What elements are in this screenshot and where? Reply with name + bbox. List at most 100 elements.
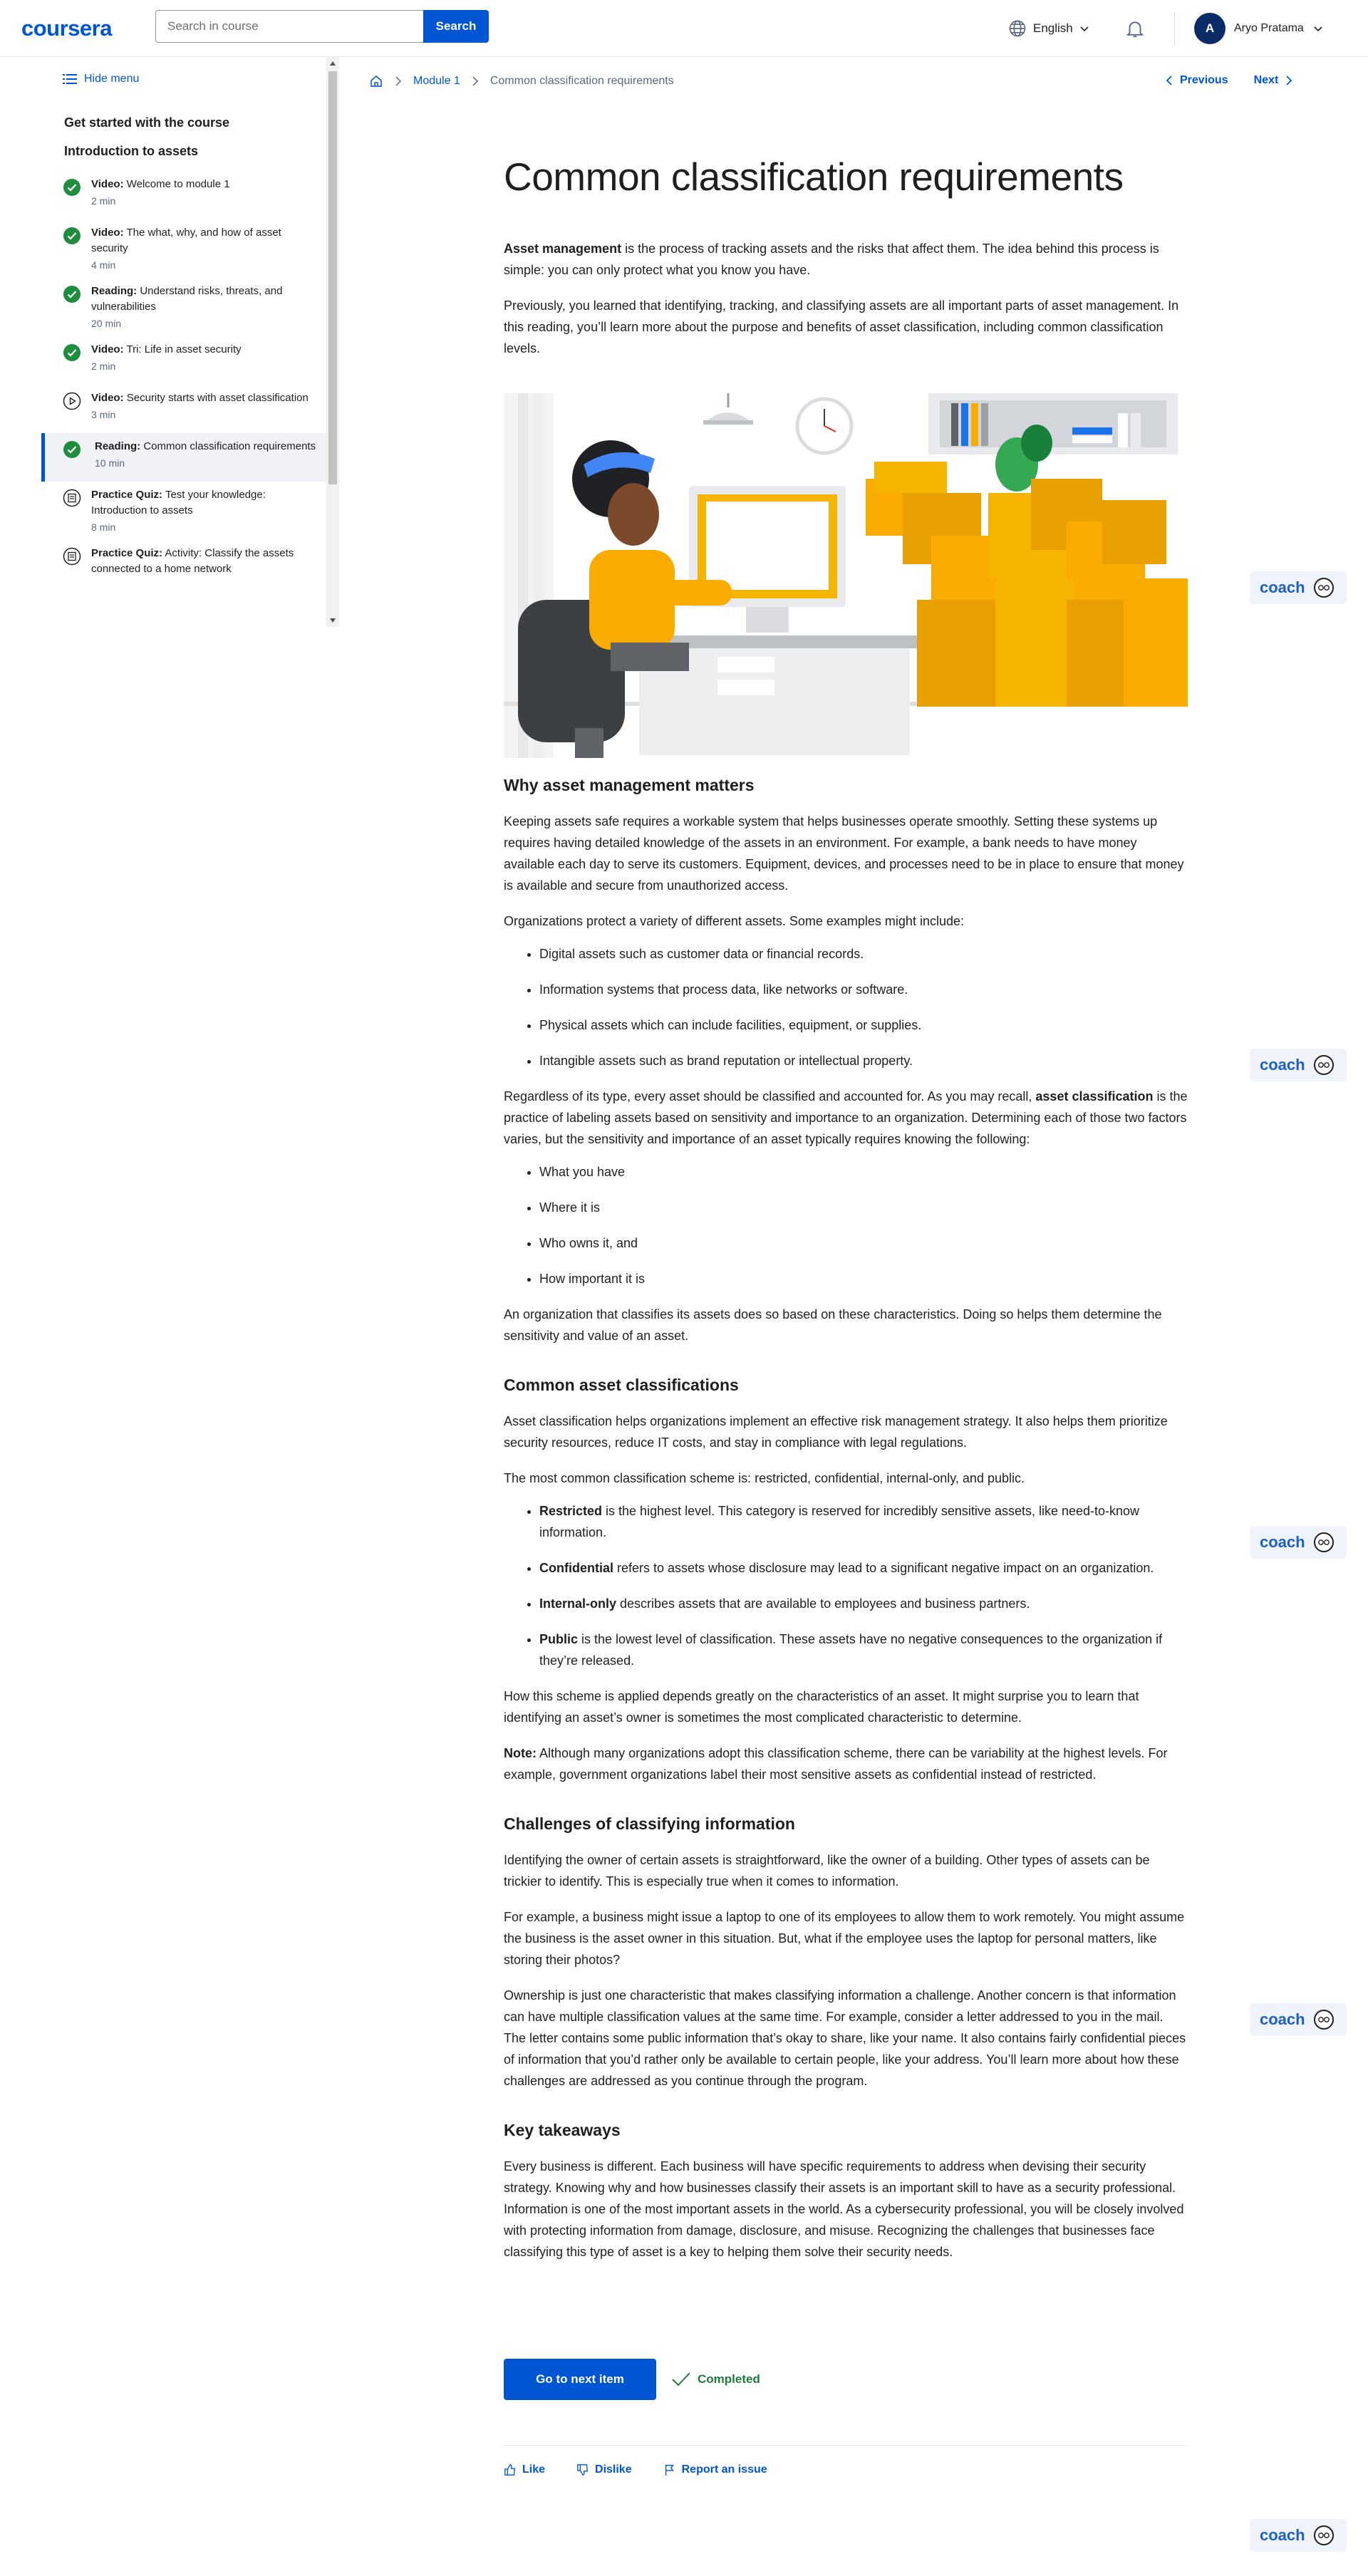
section-heading: Key takeaways [504,2121,621,2139]
search-button[interactable]: Search [423,10,489,43]
paragraph: The most common classification scheme is… [504,1471,1025,1485]
like-button[interactable]: Like [504,2463,545,2476]
coach-button[interactable]: coach [1250,1049,1347,1081]
scrollbar-thumb[interactable] [328,71,337,484]
lesson-item[interactable]: Video: Security starts with asset classi… [41,385,326,433]
search-input[interactable] [155,10,423,43]
coach-label: coach [1260,1533,1305,1551]
lesson-item[interactable]: Reading: Understand risks, threats, and … [41,278,326,336]
language-selector[interactable]: English [1007,17,1090,40]
go-to-next-item-button[interactable]: Go to next item [504,2359,656,2400]
previous-label: Previous [1180,74,1228,86]
paragraph: How this scheme is applied depends great… [504,1689,1139,1725]
completed-check-icon [63,344,81,361]
avatar: A [1194,13,1226,44]
dislike-button[interactable]: Dislike [576,2463,632,2476]
asset-examples-list: Digital assets such as customer data or … [504,943,1188,1071]
module-heading[interactable]: Get started with the course [64,115,229,130]
paragraph: Regardless of its type, every asset shou… [504,1089,1188,1146]
section-heading[interactable]: Introduction to assets [64,144,198,159]
intro-paragraph: Asset management is the process of track… [504,238,1188,281]
lesson-type: Video: [91,343,124,355]
quiz-icon [63,489,81,507]
completed-status: Completed [670,2371,760,2388]
paragraph: Every business is different. Each busine… [504,2159,1184,2259]
quiz-icon [63,547,81,566]
chevron-down-icon [1080,26,1089,32]
lesson-item[interactable]: Video: Welcome to module 1 2 min [41,171,326,219]
list-item: Physical assets which can include facili… [539,1014,1188,1036]
lesson-item[interactable]: Video: The what, why, and how of asset s… [41,219,326,278]
completed-check-icon [63,441,81,458]
lesson-item[interactable]: Video: Tri: Life in asset security 2 min [41,336,326,385]
lesson-type: Reading: [91,285,138,297]
completed-label: Completed [698,2372,760,2386]
previous-button[interactable]: Previous [1166,74,1228,87]
scroll-up-arrow[interactable] [330,61,336,66]
hide-menu-button[interactable]: Hide menu [63,73,139,85]
paragraph: Keeping assets safe requires a workable … [504,814,1184,893]
coursera-logo[interactable]: coursera [21,16,112,41]
lesson-item-active[interactable]: Reading: Common classification requireme… [41,433,326,482]
completion-row: Go to next item Completed [504,2359,760,2400]
coach-label: coach [1260,1056,1305,1074]
notifications-bell-icon[interactable] [1124,17,1146,40]
coach-button[interactable]: coach [1250,2003,1347,2036]
note-paragraph: Note: Although many organizations adopt … [504,1746,1168,1782]
section-heading: Why asset management matters [504,776,755,794]
checkmark-icon [672,2372,690,2387]
lesson-title: Security starts with asset classificatio… [126,392,309,404]
report-issue-button[interactable]: Report an issue [663,2463,767,2476]
completed-check-icon [63,286,81,303]
paragraph: Organizations protect a variety of diffe… [504,914,964,928]
page-title: Common classification requirements [504,155,1124,199]
lesson-duration: 4 min [91,259,116,271]
breadcrumb: Module 1 Common classification requireme… [369,74,674,88]
bold-term: asset classification [1035,1089,1154,1103]
breadcrumb-module-link[interactable]: Module 1 [413,75,460,88]
chevron-down-icon [1314,26,1322,32]
coach-button[interactable]: coach [1250,571,1347,604]
classification-levels-list: Restricted is the highest level. This ca… [504,1500,1188,1671]
characteristics-list: What you have Where it is Who owns it, a… [504,1161,1188,1289]
lesson-type: Video: [91,227,124,239]
list-item: Restricted is the highest level. This ca… [539,1500,1188,1543]
lesson-duration: 2 min [91,360,116,372]
lesson-type: Video: [91,392,124,404]
illustration-svg [504,393,1188,758]
sidebar-scrollbar[interactable] [326,57,339,627]
play-circle-icon [63,392,81,410]
completed-check-icon [63,179,81,196]
lesson-duration: 10 min [95,457,125,469]
paragraph: Identifying the owner of certain assets … [504,1853,1150,1889]
paragraph: For example, a business might issue a la… [504,1910,1185,1967]
coach-label: coach [1260,2526,1305,2544]
coach-button[interactable]: coach [1250,2519,1347,2552]
flag-icon [665,2464,674,2476]
asset-management-illustration [504,393,1188,758]
home-icon[interactable] [369,74,383,88]
breadcrumb-current: Common classification requirements [489,75,674,87]
user-menu[interactable]: A Aryo Pratama [1194,13,1324,44]
lesson-duration: 20 min [91,318,122,329]
paragraph: An organization that classifies its asse… [504,1307,1162,1343]
coach-eyes-icon [1313,2525,1334,2545]
chevron-right-icon [1286,76,1292,85]
scroll-down-arrow[interactable] [330,618,336,623]
user-name: Aryo Pratama [1234,22,1304,34]
coach-button[interactable]: coach [1250,1526,1347,1559]
intro-paragraph-2: Previously, you learned that identifying… [504,298,1179,355]
coach-eyes-icon [1313,1055,1334,1075]
list-item: Where it is [539,1197,1188,1218]
lesson-item[interactable]: Practice Quiz: Activity: Classify the as… [41,540,326,588]
reading-content: Common classification requirements Asset… [504,150,1188,2263]
feedback-bar: Like Dislike Report an issue [504,2463,767,2476]
list-item: Who owns it, and [539,1232,1188,1254]
list-item: Public is the lowest level of classifica… [539,1629,1188,1671]
lesson-type: Reading: [95,440,141,452]
lesson-type: Video: [91,178,124,190]
next-button[interactable]: Next [1254,74,1293,87]
lesson-item[interactable]: Practice Quiz: Test your knowledge: Intr… [41,482,326,540]
lesson-duration: 2 min [91,195,116,207]
chevron-right-icon [472,76,478,86]
